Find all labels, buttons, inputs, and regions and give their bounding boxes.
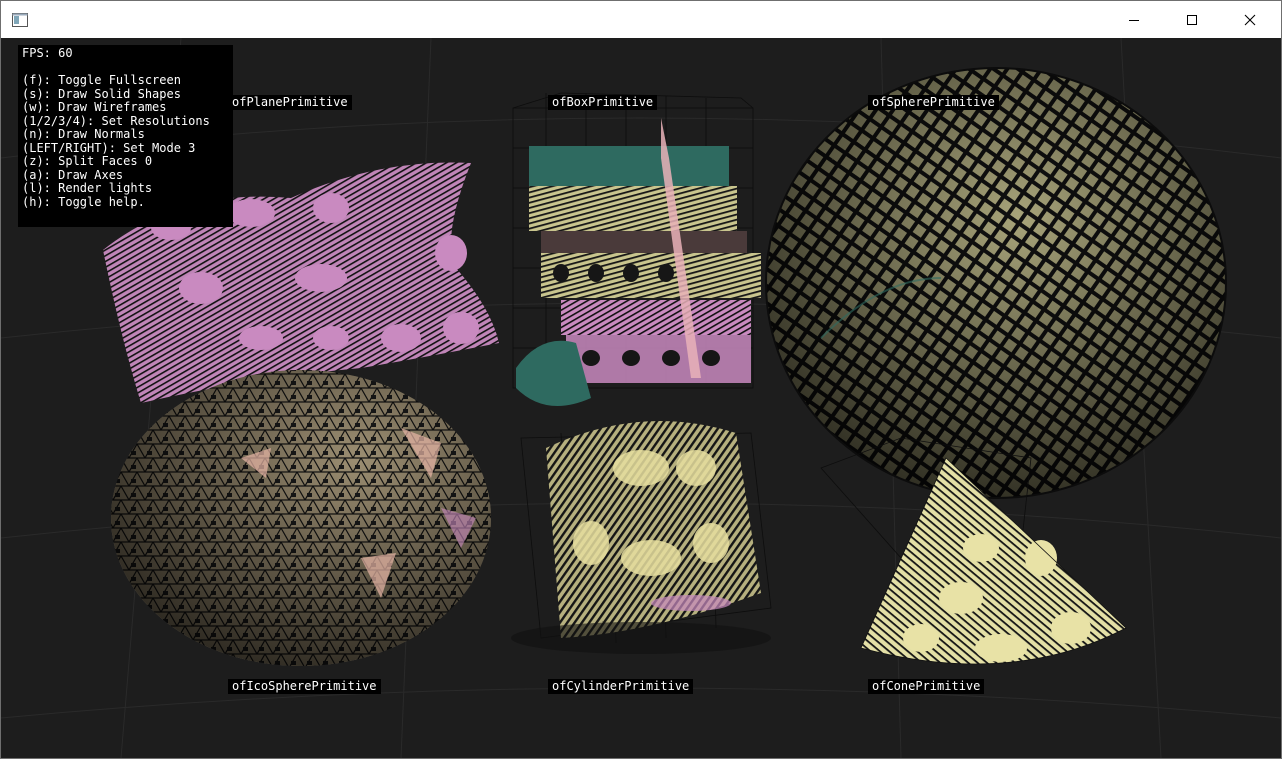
help-line: (s): Draw Solid Shapes (22, 86, 181, 101)
help-line: (w): Draw Wireframes (22, 100, 167, 114)
help-spacer (22, 61, 233, 75)
help-line: (1/2/3/4): Set Resolutions (22, 113, 210, 128)
minimize-button[interactable] (1105, 1, 1163, 38)
label-plane-primitive: ofPlanePrimitive (228, 95, 352, 110)
label-sphere-primitive: ofSpherePrimitive (868, 95, 999, 110)
label-icosphere-primitive: ofIcoSpherePrimitive (228, 679, 381, 694)
help-line: (l): Render lights (22, 181, 153, 195)
box-primitive (512, 92, 761, 406)
render-viewport[interactable]: FPS: 60 (f): Toggle Fullscreen (s): Draw… (1, 38, 1281, 758)
help-line: (h): Toggle help. (22, 194, 145, 209)
label-cylinder-primitive: ofCylinderPrimitive (548, 679, 694, 694)
help-line: (f): Toggle Fullscreen (22, 73, 181, 87)
maximize-button[interactable] (1163, 1, 1221, 38)
fps-counter: FPS: 60 (22, 46, 73, 60)
maximize-icon (1186, 14, 1198, 26)
help-overlay: FPS: 60 (f): Toggle Fullscreen (s): Draw… (18, 45, 233, 227)
close-icon (1244, 14, 1256, 26)
label-box-primitive: ofBoxPrimitive (548, 95, 658, 110)
icosphere-primitive (111, 370, 491, 666)
title-bar[interactable] (1, 1, 1281, 38)
minimize-icon (1128, 14, 1140, 26)
app-window: FPS: 60 (f): Toggle Fullscreen (s): Draw… (0, 0, 1282, 759)
help-line: (LEFT/RIGHT): Set Mode 3 (22, 140, 196, 155)
help-line: (a): Draw Axes (22, 167, 124, 182)
help-line: (z): Split Faces 0 (22, 154, 153, 168)
cylinder-primitive (511, 421, 772, 654)
app-window-icon (12, 12, 28, 27)
sphere-primitive (765, 67, 1227, 499)
help-line: (n): Draw Normals (22, 127, 145, 141)
label-cone-primitive: ofConePrimitive (868, 679, 985, 694)
close-button[interactable] (1221, 1, 1279, 38)
